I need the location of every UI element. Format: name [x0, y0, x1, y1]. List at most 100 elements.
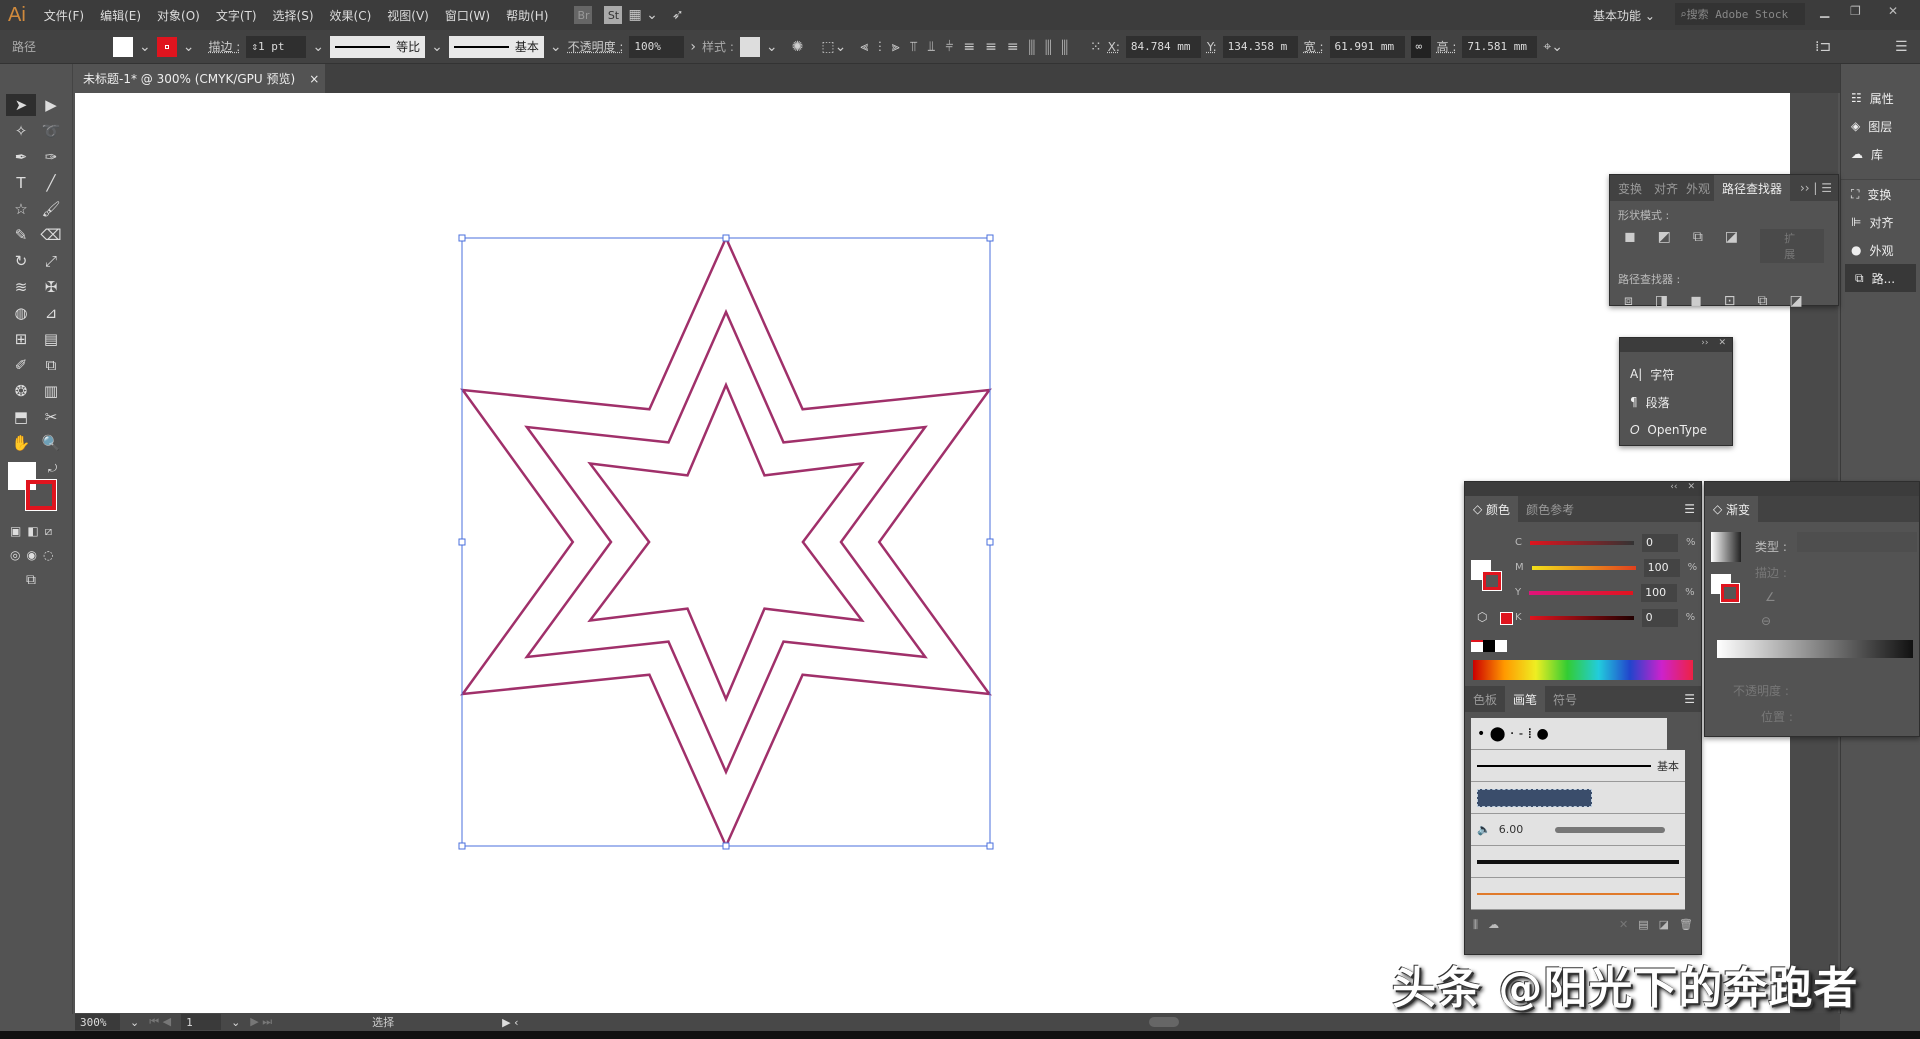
- document-tab[interactable]: 未标题-1* @ 300% (CMYK/GPU 预览) ×: [75, 64, 325, 93]
- shape-mode-buttons[interactable]: ◼ ◩ ⧉ ◪ 扩展: [1610, 227, 1838, 265]
- constrain-proportions-icon[interactable]: ∞: [1410, 35, 1431, 58]
- stroke-weight-dropdown-icon[interactable]: ⌄: [312, 39, 324, 55]
- status-menu-icon[interactable]: ▶ ‹: [502, 1016, 518, 1029]
- close-panel-icon[interactable]: ✕: [1718, 338, 1726, 352]
- profile-dropdown-icon[interactable]: ⌄: [431, 39, 443, 55]
- star-path-3[interactable]: [587, 381, 865, 703]
- artboard-dropdown-icon[interactable]: ⌄: [231, 1016, 240, 1029]
- symbol-sprayer-tool-icon[interactable]: ❂: [6, 380, 36, 402]
- expand-panel-icon[interactable]: ››: [1701, 338, 1708, 352]
- bridge-button[interactable]: Br: [574, 6, 593, 24]
- perspective-grid-tool-icon[interactable]: ⊿: [36, 302, 66, 324]
- dock-transform[interactable]: ⛶ 变换: [1841, 180, 1920, 208]
- draw-mode-icons[interactable]: ◎◉◌: [10, 548, 59, 562]
- restore-button[interactable]: ❐: [1850, 4, 1861, 18]
- brush-dropdown-icon[interactable]: ⌄: [550, 39, 562, 55]
- style-dropdown-icon[interactable]: ⌄: [766, 39, 778, 55]
- outline-icon[interactable]: ⧉: [1758, 293, 1768, 309]
- menu-file[interactable]: 文件(F): [36, 7, 92, 24]
- pathfinder-buttons[interactable]: ⧈ ◨ ◼ ⊡ ⧉ ◪: [1610, 291, 1838, 311]
- star-path-1[interactable]: [460, 234, 992, 850]
- lasso-tool-icon[interactable]: ➰: [36, 120, 66, 142]
- stroke-weight-input[interactable]: ⇕ 1 pt: [246, 35, 307, 58]
- intersect-icon[interactable]: ⧉: [1693, 229, 1703, 263]
- menu-view[interactable]: 视图(V): [379, 7, 437, 24]
- horizontal-scrollbar-thumb[interactable]: [1148, 1017, 1179, 1027]
- brush-basic[interactable]: 基本: [1471, 750, 1685, 782]
- stroke-swatch[interactable]: [156, 36, 177, 57]
- reference-point-icon[interactable]: ⁙: [1090, 39, 1102, 55]
- transform-options-icon[interactable]: ⌖⌄: [1543, 39, 1563, 55]
- dock-properties[interactable]: ☷ 属性: [1841, 84, 1920, 112]
- resize-handle[interactable]: [722, 842, 730, 850]
- stock-button[interactable]: St: [604, 6, 623, 24]
- control-menu-icon[interactable]: ☰: [1895, 39, 1908, 55]
- gradient-slider[interactable]: [1717, 640, 1913, 658]
- dock-appearance[interactable]: ● 外观: [1841, 236, 1920, 264]
- height-input[interactable]: 71.581 mm: [1462, 35, 1538, 58]
- zoom-tool-icon[interactable]: 🔍: [36, 432, 66, 454]
- star-tool-icon[interactable]: ☆: [6, 198, 36, 220]
- opentype-panel-item[interactable]: 𝑂 OpenType: [1620, 416, 1732, 444]
- close-window-button[interactable]: ✕: [1888, 4, 1898, 18]
- gradient-tool-icon[interactable]: ▤: [36, 328, 66, 350]
- divide-icon[interactable]: ⧈: [1624, 293, 1633, 309]
- tab-brushes[interactable]: 画笔: [1505, 686, 1546, 712]
- artboard-number-input[interactable]: 1: [181, 1014, 222, 1030]
- hand-tool-icon[interactable]: ✋: [6, 432, 36, 454]
- tab-transform[interactable]: 变换: [1610, 175, 1650, 201]
- c-value-input[interactable]: 0: [1641, 533, 1678, 552]
- color-spectrum[interactable]: [1473, 660, 1693, 680]
- y-value-input[interactable]: 100: [1641, 583, 1678, 602]
- resize-handle[interactable]: [458, 538, 466, 546]
- menu-help[interactable]: 帮助(H): [498, 7, 556, 24]
- dock-layers[interactable]: ◈ 图层: [1841, 112, 1920, 140]
- warp-tool-icon[interactable]: ≋: [6, 276, 36, 298]
- stroke-dropdown-icon[interactable]: ⌄: [183, 39, 195, 55]
- minus-front-icon[interactable]: ◩: [1658, 229, 1671, 263]
- none-black-white-swatches[interactable]: [1471, 640, 1695, 652]
- scale-tool-icon[interactable]: ⤢: [36, 250, 66, 272]
- magic-wand-tool-icon[interactable]: ✧: [6, 120, 36, 142]
- unite-icon[interactable]: ◼: [1624, 229, 1636, 263]
- zoom-dropdown-icon[interactable]: ⌄: [130, 1016, 139, 1029]
- menu-select[interactable]: 选择(S): [265, 7, 322, 24]
- selection-bounding-box[interactable]: [461, 237, 991, 847]
- resize-handle[interactable]: [986, 538, 994, 546]
- panel-menu-icon[interactable]: ›› | ☰: [1800, 181, 1838, 195]
- brush-bristle[interactable]: 🔈 6.00: [1471, 814, 1685, 846]
- expand-button[interactable]: 扩展: [1760, 229, 1824, 263]
- resize-handle[interactable]: [458, 842, 466, 850]
- resize-handle[interactable]: [986, 842, 994, 850]
- close-panel-icon[interactable]: ✕: [1687, 482, 1695, 496]
- paintbrush-tool-icon[interactable]: 🖌: [36, 198, 66, 220]
- opacity-label[interactable]: 不透明度 :: [568, 38, 624, 55]
- eraser-tool-icon[interactable]: ⌫: [36, 224, 66, 246]
- remove-stroke-icon[interactable]: ✕: [1619, 918, 1628, 932]
- column-graph-tool-icon[interactable]: ▥: [36, 380, 66, 402]
- brush-definition[interactable]: 基本: [448, 35, 544, 58]
- eyedropper-tool-icon[interactable]: ✐: [6, 354, 36, 376]
- slider-c[interactable]: C 0%: [1465, 530, 1701, 555]
- out-of-gamut-swatch[interactable]: [1500, 612, 1513, 625]
- gradient-preview[interactable]: [1711, 532, 1741, 562]
- tab-symbols[interactable]: 符号: [1545, 686, 1585, 712]
- align-to-icon[interactable]: ⬚⌄: [821, 39, 846, 55]
- panel-menu-icon[interactable]: ☰: [1684, 692, 1701, 706]
- paragraph-panel-item[interactable]: ¶ 段落: [1620, 388, 1732, 416]
- tab-swatches[interactable]: 色板: [1465, 686, 1505, 712]
- panel-menu-icon[interactable]: ☰: [1684, 502, 1701, 516]
- shaper-tool-icon[interactable]: ✎: [6, 224, 36, 246]
- type-tool-icon[interactable]: T: [6, 172, 36, 194]
- brush-tips-row[interactable]: • ⬤ · ˗ ⁞ ●: [1471, 718, 1667, 750]
- exclude-icon[interactable]: ◪: [1725, 229, 1738, 263]
- tab-appearance[interactable]: 外观: [1682, 175, 1714, 201]
- slice-tool-icon[interactable]: ✂: [36, 406, 66, 428]
- stroke-label[interactable]: 描边 :: [208, 38, 240, 55]
- minimize-button[interactable]: ▁: [1820, 4, 1829, 18]
- opacity-arrow-icon[interactable]: ›: [690, 39, 696, 55]
- menu-window[interactable]: 窗口(W): [437, 7, 498, 24]
- delete-brush-icon[interactable]: 🗑: [1679, 918, 1693, 932]
- star-path-2[interactable]: [524, 308, 928, 776]
- crop-icon[interactable]: ⊡: [1724, 293, 1736, 309]
